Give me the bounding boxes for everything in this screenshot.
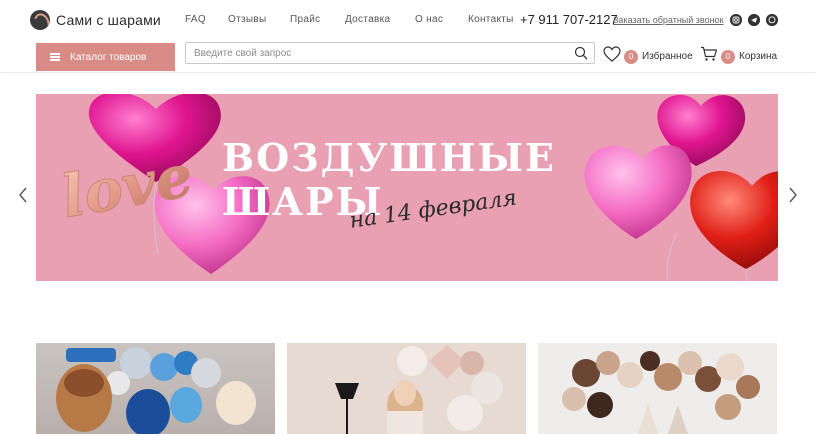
search-icon[interactable] [574,46,588,60]
product-card[interactable] [538,343,777,434]
logo[interactable]: Сами с шарами [30,10,161,30]
heart-balloon-right-pink [584,145,692,239]
catalog-label: Каталог товаров [70,51,147,63]
cart-label: Корзина [739,51,778,62]
nav-reviews[interactable]: Отзывы [228,14,266,25]
favorites-button[interactable]: 0 Избранное [603,46,693,67]
cart-icon [700,46,718,67]
top-bar: Сами с шарами FAQ Отзывы Прайс Доставка … [0,0,816,40]
phone-number[interactable]: +7 911 707-2127 [520,12,618,27]
nav-price[interactable]: Прайс [290,14,320,25]
product-image [287,343,526,434]
product-image [56,347,256,434]
whatsapp-icon[interactable] [766,14,778,26]
cart-button[interactable]: 0 Корзина [700,46,777,67]
menu-icon [50,53,60,61]
search-box [185,42,595,64]
favorites-count-badge: 0 [624,49,638,64]
promo-banner[interactable]: love ВОЗДУШНЫЕ ШАРЫ на 14 февраля [36,94,778,281]
nav-about[interactable]: О нас [415,14,443,25]
favorites-label: Избранное [642,51,693,62]
slider-next-arrow[interactable] [786,186,800,204]
search-input[interactable] [186,43,566,64]
callback-link[interactable]: Заказать обратный звонок [613,15,724,25]
instagram-icon[interactable] [730,14,742,26]
heart-icon [603,46,621,67]
product-image [538,343,777,434]
logo-icon [30,10,50,30]
cart-count-badge: 0 [721,49,735,64]
catalog-button[interactable]: Каталог товаров [36,43,175,71]
nav-faq[interactable]: FAQ [185,14,206,25]
logo-text: Сами с шарами [56,12,161,28]
product-card[interactable] [287,343,526,434]
nav-contacts[interactable]: Контакты [468,14,514,25]
product-card[interactable] [36,343,275,434]
nav-delivery[interactable]: Доставка [345,14,390,25]
slider-prev-arrow[interactable] [16,186,30,204]
heart-balloon-right-red [690,171,778,269]
header-divider [0,72,816,73]
telegram-icon[interactable] [748,14,760,26]
